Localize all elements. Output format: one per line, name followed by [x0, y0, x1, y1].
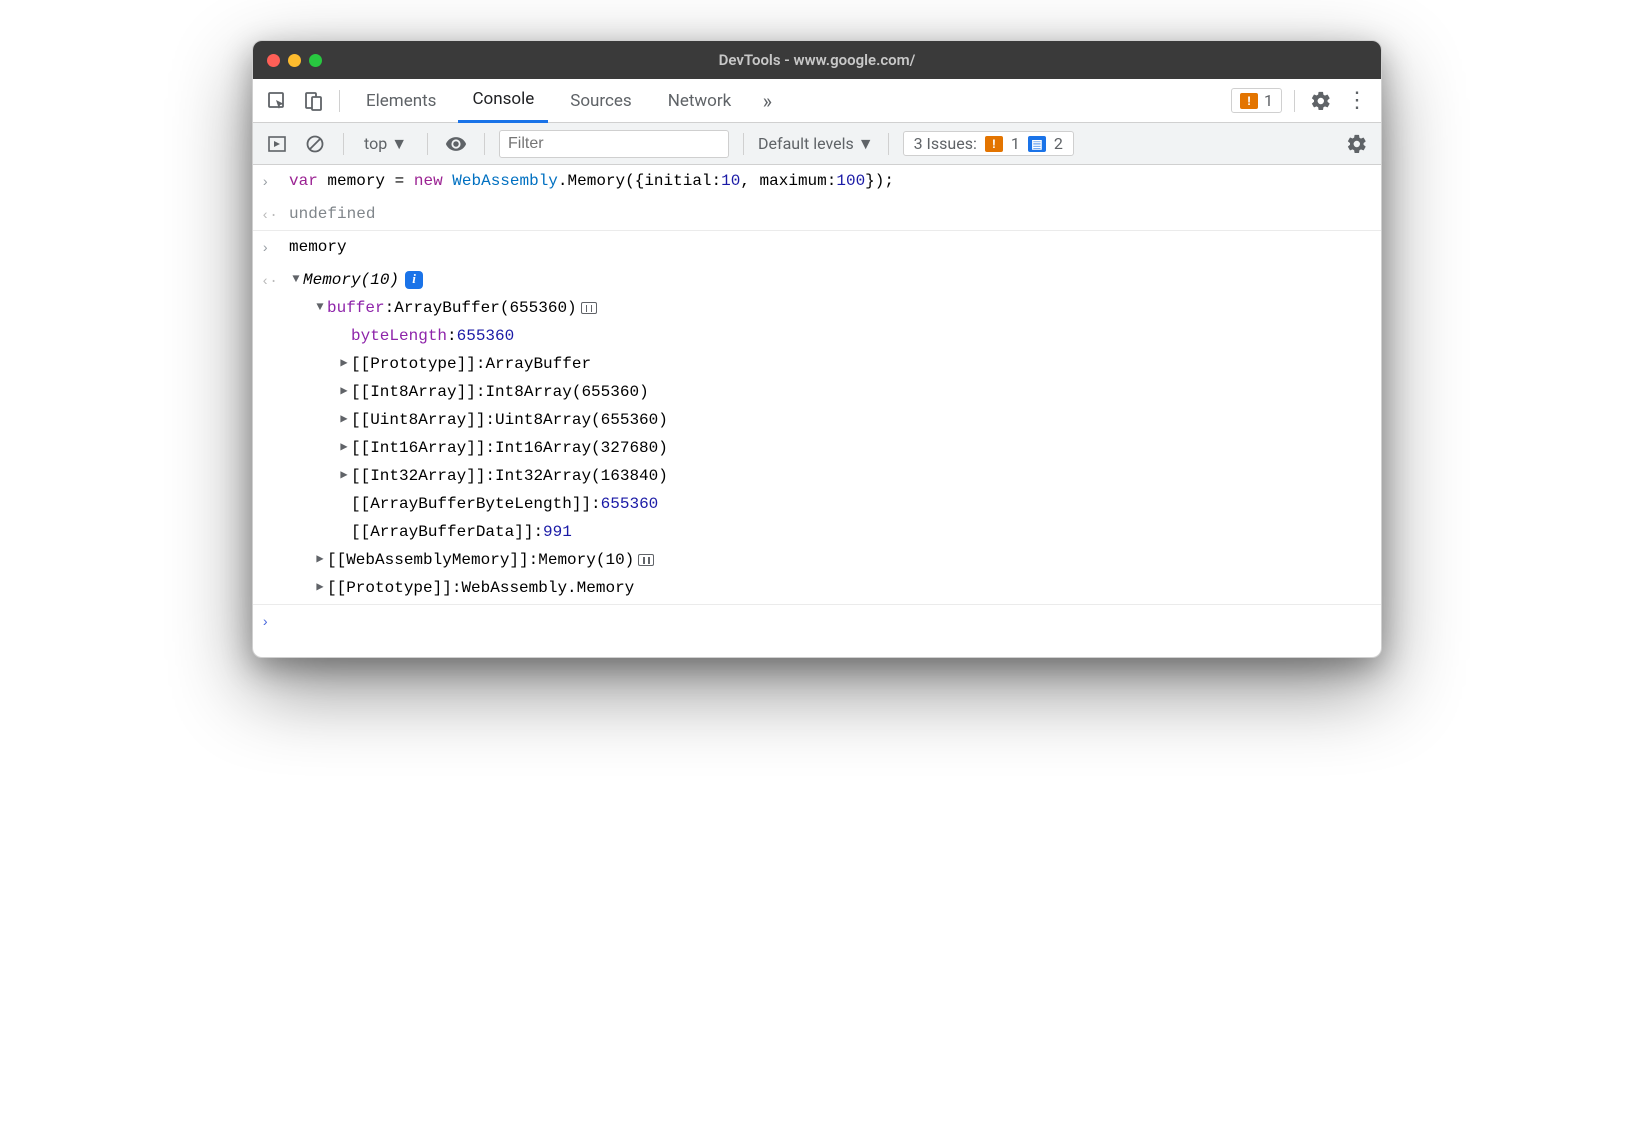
console-input-row: › memory	[253, 230, 1381, 264]
divider	[1294, 90, 1295, 112]
disclosure-triangle-right-icon: ▶	[337, 381, 351, 402]
disclosure-triangle-right-icon: ▶	[337, 465, 351, 486]
divider	[343, 133, 344, 155]
window-titlebar: DevTools - www.google.com/	[253, 41, 1381, 79]
disclosure-triangle-right-icon: ▶	[337, 353, 351, 374]
tree-row-prototype2[interactable]: ▶ [[Prototype]]: WebAssembly.Memory	[289, 574, 1373, 602]
console-sidebar-toggle-icon[interactable]	[263, 130, 291, 158]
divider	[888, 133, 889, 155]
disclosure-triangle-right-icon: ▶	[337, 409, 351, 430]
clear-console-icon[interactable]	[301, 130, 329, 158]
disclosure-triangle-right-icon: ▶	[313, 549, 327, 570]
disclosure-triangle-down-icon: ▼	[313, 297, 327, 318]
tree-row-int8[interactable]: ▶ [[Int8Array]]: Int8Array(655360)	[289, 378, 1373, 406]
tree-row-uint8[interactable]: ▶ [[Uint8Array]]: Uint8Array(655360)	[289, 406, 1373, 434]
issues-label: 3 Issues:	[914, 134, 977, 153]
devtools-window: DevTools - www.google.com/ Elements Cons…	[252, 40, 1382, 658]
console-prompt[interactable]: ›	[253, 604, 1381, 638]
divider	[427, 133, 428, 155]
device-toolbar-icon[interactable]	[299, 87, 327, 115]
maximize-window-button[interactable]	[309, 54, 322, 67]
disclosure-triangle-down-icon: ▼	[289, 269, 303, 290]
tree-header[interactable]: ▼ Memory(10) i	[289, 266, 1373, 294]
console-settings-icon[interactable]	[1343, 130, 1371, 158]
prompt-icon: ›	[261, 167, 285, 196]
output-icon: ‹·	[261, 266, 285, 295]
tree-row-int32[interactable]: ▶ [[Int32Array]]: Int32Array(163840)	[289, 462, 1373, 490]
tab-sources[interactable]: Sources	[556, 79, 645, 123]
console-input-row: › var memory = new WebAssembly.Memory({i…	[253, 165, 1381, 198]
tree-row-wam[interactable]: ▶ [[WebAssemblyMemory]]: Memory(10)	[289, 546, 1373, 574]
info-icon: ▤	[1028, 136, 1046, 152]
divider	[339, 90, 340, 112]
console-code: var memory = new WebAssembly.Memory({ini…	[285, 167, 1373, 195]
tree-row-abd: [[ArrayBufferData]]: 991	[289, 518, 1373, 546]
settings-icon[interactable]	[1307, 87, 1335, 115]
tree-row-int16[interactable]: ▶ [[Int16Array]]: Int16Array(327680)	[289, 434, 1373, 462]
kebab-menu-icon[interactable]: ⋮	[1343, 87, 1371, 115]
more-tabs-icon[interactable]: »	[753, 87, 781, 115]
object-tree: ▼ Memory(10) i ▼ buffer: ArrayBuffer(655…	[285, 266, 1373, 602]
log-levels-label: Default levels	[758, 134, 854, 153]
tree-row-abbl: [[ArrayBufferByteLength]]: 655360	[289, 490, 1373, 518]
tree-row-prototype[interactable]: ▶ [[Prototype]]: ArrayBuffer	[289, 350, 1373, 378]
chevron-down-icon: ▼	[858, 134, 874, 154]
output-icon: ‹·	[261, 200, 285, 229]
console-code: memory	[285, 233, 1373, 261]
context-label: top	[364, 134, 387, 153]
console-output-row: ‹· ▼ Memory(10) i ▼ buffer: ArrayBuffer(…	[253, 264, 1381, 604]
context-selector[interactable]: top ▼	[358, 134, 413, 154]
issues-badge[interactable]: 3 Issues: ! 1 ▤ 2	[903, 131, 1074, 156]
info-badge-icon[interactable]: i	[405, 271, 423, 289]
window-title: DevTools - www.google.com/	[719, 51, 916, 69]
issues-info-count: 2	[1054, 134, 1063, 153]
warnings-count: 1	[1264, 91, 1273, 110]
prompt-icon: ›	[261, 233, 285, 262]
log-levels-selector[interactable]: Default levels ▼	[758, 134, 874, 154]
memory-icon[interactable]	[581, 302, 597, 314]
console-output: › var memory = new WebAssembly.Memory({i…	[253, 165, 1381, 657]
tab-elements[interactable]: Elements	[352, 79, 450, 123]
tree-row-bytelength: byteLength: 655360	[289, 322, 1373, 350]
memory-icon[interactable]	[638, 554, 654, 566]
divider	[743, 133, 744, 155]
warnings-badge[interactable]: ! 1	[1231, 88, 1282, 113]
minimize-window-button[interactable]	[288, 54, 301, 67]
console-filterbar: top ▼ Default levels ▼ 3 Issues: ! 1 ▤ 2	[253, 123, 1381, 165]
inspect-element-icon[interactable]	[263, 87, 291, 115]
disclosure-triangle-right-icon: ▶	[337, 437, 351, 458]
devtools-tabbar: Elements Console Sources Network » ! 1 ⋮	[253, 79, 1381, 123]
disclosure-triangle-right-icon: ▶	[313, 577, 327, 598]
warning-icon: !	[985, 136, 1003, 152]
live-expression-icon[interactable]	[442, 130, 470, 158]
issues-warn-count: 1	[1011, 134, 1020, 153]
tab-network[interactable]: Network	[654, 79, 746, 123]
console-output-row: ‹· undefined	[253, 198, 1381, 231]
close-window-button[interactable]	[267, 54, 280, 67]
prompt-icon: ›	[261, 607, 285, 636]
filter-input[interactable]	[499, 130, 729, 158]
chevron-down-icon: ▼	[391, 134, 407, 154]
tab-console[interactable]: Console	[458, 79, 548, 123]
window-controls	[267, 54, 322, 67]
tree-row-buffer[interactable]: ▼ buffer: ArrayBuffer(655360)	[289, 294, 1373, 322]
console-result: undefined	[285, 200, 1373, 228]
warning-icon: !	[1240, 93, 1258, 109]
divider	[484, 133, 485, 155]
